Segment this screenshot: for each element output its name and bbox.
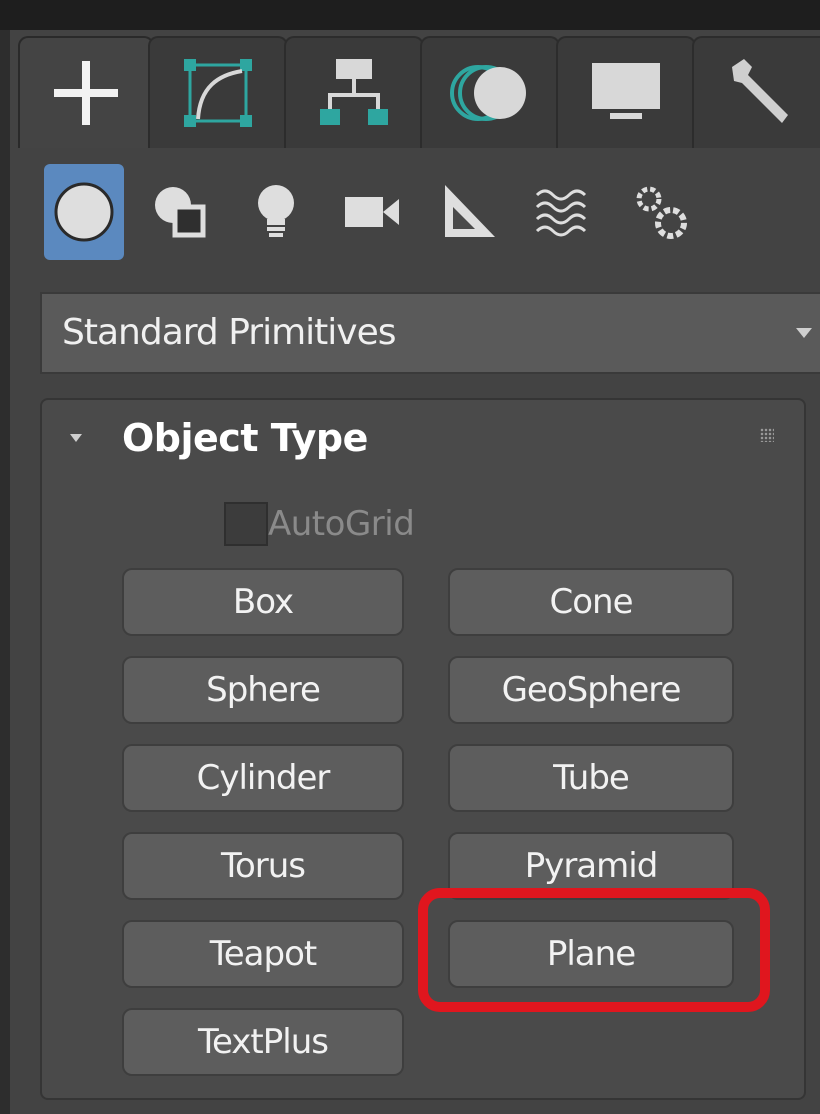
plane-button[interactable]: Plane (448, 920, 734, 988)
utilities-wrench-icon (732, 59, 788, 123)
hierarchy-icon (320, 59, 388, 125)
autogrid-option[interactable]: AutoGrid (224, 502, 415, 546)
top-strip (0, 0, 820, 30)
box-button[interactable]: Box (122, 568, 404, 636)
motion-icon (450, 65, 526, 121)
tab-hierarchy[interactable] (284, 36, 424, 148)
category-cameras[interactable] (332, 164, 412, 260)
lights-bulb-icon (258, 185, 294, 237)
dropdown-selected-value: Standard Primitives (62, 312, 396, 353)
tab-create[interactable] (18, 36, 154, 148)
left-edge (0, 30, 10, 1114)
object-type-rollout: Object Type AutoGrid Box Cone Sphere Geo… (40, 398, 806, 1100)
object-category-row (40, 164, 800, 260)
tab-display[interactable] (556, 36, 696, 148)
command-panel-tabs (18, 36, 820, 148)
tab-modify[interactable] (148, 36, 288, 148)
cameras-icon (345, 197, 399, 227)
spacewarps-waves-icon (535, 189, 587, 237)
category-geometry[interactable] (44, 164, 124, 260)
cylinder-button[interactable]: Cylinder (122, 744, 404, 812)
category-lights[interactable] (236, 164, 316, 260)
modify-curve-icon (184, 59, 252, 127)
primitive-type-dropdown[interactable]: Standard Primitives (40, 292, 820, 374)
category-systems[interactable] (620, 164, 700, 260)
systems-gears-icon (636, 186, 687, 239)
autogrid-checkbox[interactable] (224, 502, 268, 546)
chevron-down-icon (796, 328, 812, 338)
geometry-sphere-icon (54, 182, 114, 242)
sphere-button[interactable]: Sphere (122, 656, 404, 724)
shapes-icon (155, 187, 206, 238)
teapot-button[interactable]: Teapot (122, 920, 404, 988)
category-shapes[interactable] (140, 164, 220, 260)
textplus-button[interactable]: TextPlus (122, 1008, 404, 1076)
pyramid-button[interactable]: Pyramid (448, 832, 734, 900)
cone-button[interactable]: Cone (448, 568, 734, 636)
autogrid-label: AutoGrid (268, 504, 415, 544)
torus-button[interactable]: Torus (122, 832, 404, 900)
rollout-collapse-icon[interactable] (70, 434, 82, 442)
tab-motion[interactable] (420, 36, 560, 148)
geosphere-button[interactable]: GeoSphere (448, 656, 734, 724)
helpers-ruler-icon (445, 185, 495, 237)
category-spacewarps[interactable] (524, 164, 604, 260)
rollout-title[interactable]: Object Type (122, 416, 368, 460)
plus-create-icon (54, 61, 118, 125)
tab-utilities[interactable] (692, 36, 820, 148)
tube-button[interactable]: Tube (448, 744, 734, 812)
display-monitor-icon (592, 63, 660, 119)
rollout-grip-icon[interactable] (760, 428, 774, 442)
category-helpers[interactable] (428, 164, 508, 260)
